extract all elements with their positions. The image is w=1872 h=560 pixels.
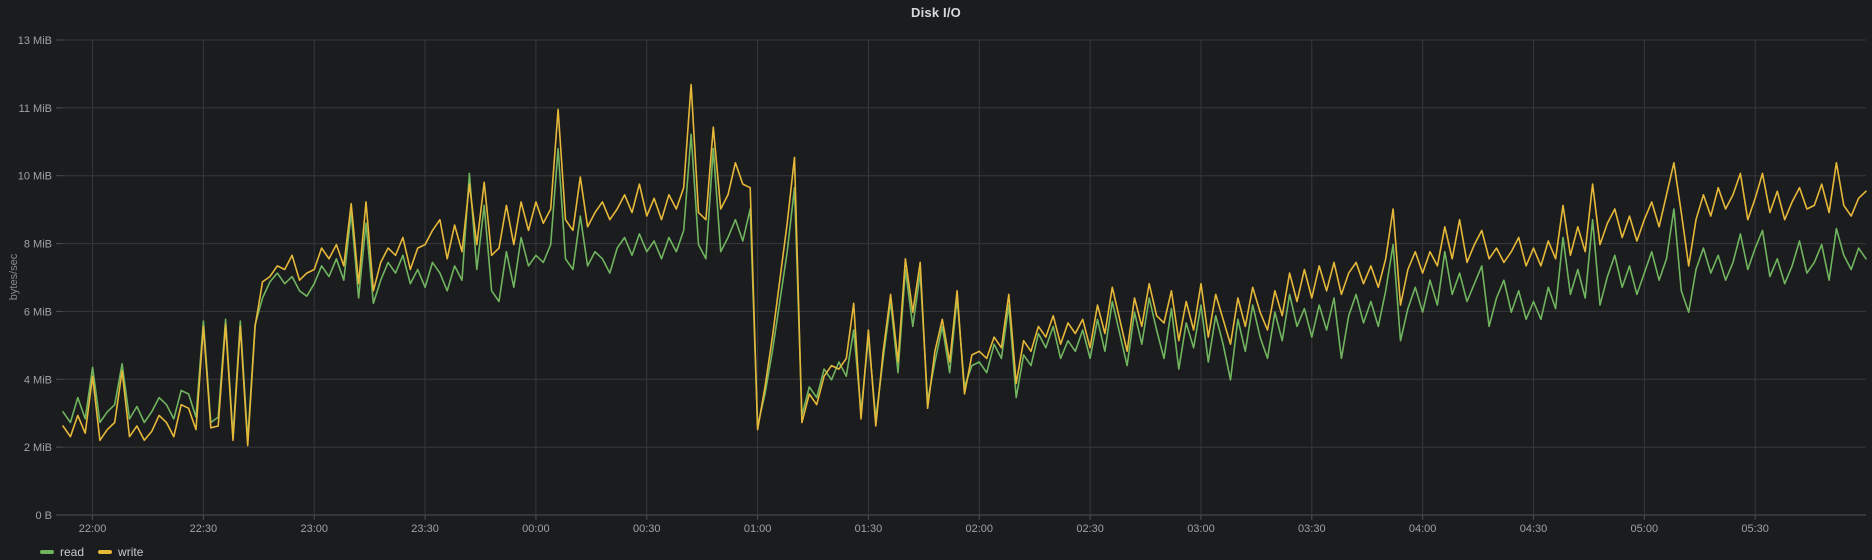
x-tick-label: 02:30 [1076, 523, 1104, 535]
x-tick-label: 02:00 [966, 523, 994, 535]
y-tick-label: 8 MiB [24, 239, 52, 251]
series-lines [63, 85, 1866, 446]
x-tick-label: 00:30 [633, 523, 661, 535]
y-tick-label: 0 B [35, 510, 52, 522]
disk-io-panel: Disk I/O bytes/sec 0 B 2 MiB 4 MiB 6 MiB 8 M… [0, 0, 1872, 560]
x-tick-label: 22:30 [190, 523, 218, 535]
y-tick-label: 6 MiB [24, 306, 52, 318]
panel-title[interactable]: Disk I/O [0, 5, 1872, 20]
write-series-swatch-icon [98, 550, 112, 554]
x-tick-label: 00:00 [522, 523, 550, 535]
x-tick-label: 05:00 [1631, 523, 1659, 535]
chart-canvas[interactable]: 0 B 2 MiB 4 MiB 6 MiB 8 MiB 10 MiB 11 MiB 13 Mi… [0, 0, 1872, 560]
x-tick-label: 04:00 [1409, 523, 1437, 535]
y-tick-label: 2 MiB [24, 442, 52, 454]
y-tick-label: 10 MiB [18, 171, 52, 183]
x-tick-label: 03:00 [1187, 523, 1215, 535]
read-series-swatch-icon [40, 550, 54, 554]
x-tick-label: 01:30 [855, 523, 883, 535]
gridlines [63, 40, 1866, 515]
x-tick-label: 03:30 [1298, 523, 1326, 535]
x-tick-label: 23:30 [411, 523, 439, 535]
axis-ticks [56, 40, 1755, 520]
legend-item-read[interactable]: read [40, 546, 84, 558]
x-tick-label: 22:00 [79, 523, 107, 535]
y-tick-label: 11 MiB [19, 103, 52, 115]
x-tick-label: 01:00 [744, 523, 772, 535]
x-tick-label: 05:30 [1741, 523, 1769, 535]
legend-label-write: write [118, 546, 143, 558]
x-tick-label: 23:00 [300, 523, 328, 535]
y-tick-label: 4 MiB [24, 374, 52, 386]
legend-item-write[interactable]: write [98, 546, 143, 558]
x-tick-label: 04:30 [1520, 523, 1548, 535]
legend-label-read: read [60, 546, 84, 558]
y-tick-label: 13 MiB [18, 35, 52, 47]
y-axis-unit-label: bytes/sec [8, 254, 20, 300]
legend: read write [40, 546, 143, 558]
axis-tick-labels: 0 B 2 MiB 4 MiB 6 MiB 8 MiB 10 MiB 11 MiB 13 Mi… [18, 35, 1769, 535]
